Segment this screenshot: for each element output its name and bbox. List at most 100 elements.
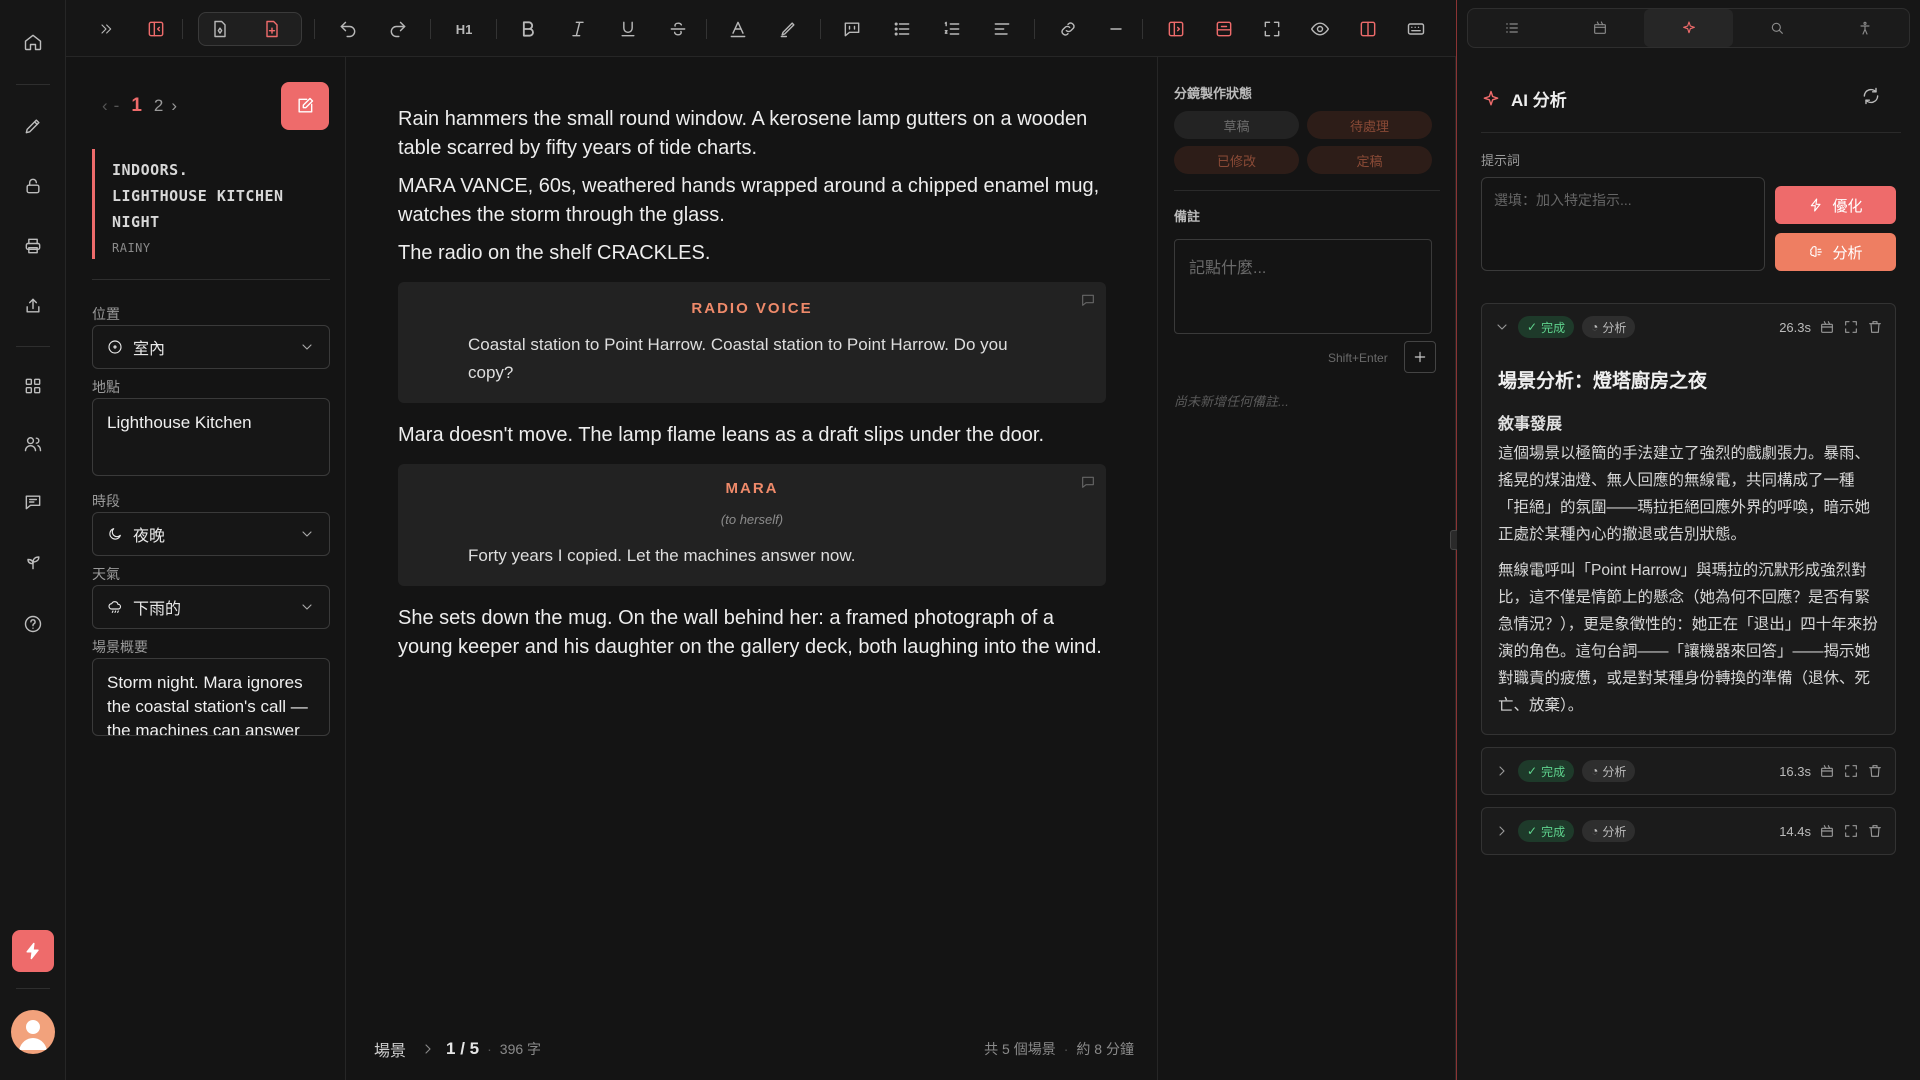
next-chevron-icon[interactable]: › — [171, 96, 177, 116]
sprout-icon[interactable] — [13, 542, 53, 582]
clapboard-icon[interactable] — [1819, 823, 1835, 839]
script-editor[interactable]: Rain hammers the small round window. A k… — [346, 57, 1158, 1080]
prev-chevron-icon[interactable]: ‹ — [102, 96, 108, 116]
bullet-list-icon[interactable] — [886, 13, 918, 45]
bolt-icon[interactable] — [12, 930, 54, 972]
script-body[interactable]: Rain hammers the small round window. A k… — [398, 105, 1106, 671]
status-chip-pending[interactable]: 待處理 — [1307, 111, 1432, 139]
horizontal-rule-icon[interactable] — [1100, 13, 1132, 45]
place-input[interactable]: Lighthouse Kitchen — [92, 398, 330, 476]
summary-input[interactable]: Storm night. Mara ignores the coastal st… — [92, 658, 330, 736]
page-next[interactable]: 2 — [154, 96, 163, 116]
card-header[interactable]: ✓ 完成 ◔ 分析 14.4s — [1482, 808, 1895, 854]
action-paragraph[interactable]: Rain hammers the small round window. A k… — [398, 105, 1106, 163]
printer-icon[interactable] — [13, 226, 53, 266]
dialogue-line[interactable]: Coastal station to Point Harrow. Coastal… — [468, 331, 1036, 387]
dialogue-block[interactable]: RADIO VOICE Coastal station to Point Har… — [398, 282, 1106, 403]
optimize-button[interactable]: 優化 — [1775, 186, 1896, 224]
action-paragraph[interactable]: Mara doesn't move. The lamp flame leans … — [398, 421, 1106, 450]
bold-icon[interactable] — [512, 13, 544, 45]
clapboard-icon[interactable] — [1819, 319, 1835, 335]
highlighter-icon[interactable] — [772, 13, 804, 45]
expand-chevrons-icon[interactable] — [90, 13, 122, 45]
strikethrough-icon[interactable] — [662, 13, 694, 45]
tab-outline-list-icon[interactable] — [1468, 9, 1556, 47]
optimize-label: 優化 — [1832, 197, 1863, 215]
trash-icon[interactable] — [1867, 823, 1883, 839]
redo-icon[interactable] — [382, 13, 414, 45]
image-frame-icon[interactable] — [1208, 13, 1240, 45]
tab-search-icon[interactable] — [1733, 9, 1821, 47]
refresh-icon[interactable] — [1861, 86, 1881, 106]
card-header[interactable]: ✓ 完成 ◔ 分析 16.3s — [1482, 748, 1895, 794]
dialogue-block[interactable]: MARA (to herself) Forty years I copied. … — [398, 464, 1106, 586]
weather-select[interactable]: 下雨的 — [92, 585, 330, 629]
edit-scene-button[interactable] — [281, 82, 329, 130]
chevron-right-icon[interactable] — [420, 1041, 436, 1057]
analysis-card[interactable]: ✓ 完成 ◔ 分析 16.3s — [1481, 747, 1896, 795]
fullscreen-icon[interactable] — [1256, 13, 1288, 45]
status-chip-draft[interactable]: 草稿 — [1174, 111, 1299, 139]
rail-divider — [16, 84, 50, 85]
chevron-right-icon[interactable] — [1494, 823, 1510, 839]
add-note-button[interactable] — [1404, 341, 1436, 373]
analysis-card[interactable]: ✓ 完成 ◔ 分析 14.4s — [1481, 807, 1896, 855]
scene-label[interactable]: 場景 — [374, 1037, 406, 1061]
panel-toggle-icon[interactable] — [1160, 13, 1192, 45]
eye-icon[interactable] — [1304, 13, 1336, 45]
align-icon[interactable] — [986, 13, 1018, 45]
link-icon[interactable] — [1052, 13, 1084, 45]
pen-nib-icon[interactable] — [13, 106, 53, 146]
text-color-icon[interactable] — [722, 13, 754, 45]
time-select[interactable]: 夜晚 — [92, 512, 330, 556]
lock-icon[interactable] — [13, 166, 53, 206]
heading-button[interactable]: H1 — [448, 13, 480, 45]
prompt-input[interactable]: 選填：加入特定指示... — [1481, 177, 1765, 271]
tab-storyboard-icon[interactable] — [1556, 9, 1644, 47]
page-sparkle-icon[interactable] — [204, 13, 236, 45]
comment-icon[interactable] — [836, 13, 868, 45]
share-upload-icon[interactable] — [13, 286, 53, 326]
avatar[interactable] — [11, 1010, 55, 1054]
action-paragraph[interactable]: She sets down the mug. On the wall behin… — [398, 604, 1106, 662]
note-input[interactable]: 記點什麼... — [1174, 239, 1432, 334]
expand-icon[interactable] — [1843, 319, 1859, 335]
italic-icon[interactable] — [562, 13, 594, 45]
expand-icon[interactable] — [1843, 763, 1859, 779]
type-text: 分析 — [1602, 320, 1627, 335]
action-paragraph[interactable]: The radio on the shelf CRACKLES. — [398, 239, 1106, 268]
comment-icon[interactable] — [1080, 292, 1096, 308]
chevron-down-icon[interactable] — [1494, 319, 1510, 335]
keyboard-icon[interactable] — [1400, 13, 1432, 45]
grid-icon[interactable] — [13, 366, 53, 406]
users-icon[interactable] — [13, 424, 53, 464]
tab-ai-sparkle-icon[interactable] — [1644, 9, 1733, 47]
status-chip-final[interactable]: 定稿 — [1307, 146, 1432, 174]
status-chip-modified[interactable]: 已修改 — [1174, 146, 1299, 174]
comment-icon[interactable] — [1080, 474, 1096, 490]
expand-icon[interactable] — [1843, 823, 1859, 839]
check-icon: ✓ — [1527, 320, 1538, 334]
location-type-select[interactable]: 室內 — [92, 325, 330, 369]
chevron-right-icon[interactable] — [1494, 763, 1510, 779]
trash-icon[interactable] — [1867, 319, 1883, 335]
card-header[interactable]: ✓ 完成 ◔ 分析 26.3s — [1482, 304, 1895, 350]
split-view-icon[interactable] — [1352, 13, 1384, 45]
analysis-card[interactable]: ✓ 完成 ◔ 分析 26.3s 場景分析：燈塔廚房之夜 敘事發展 這個場景以極簡的手… — [1481, 303, 1896, 735]
circle-dot-icon — [108, 340, 122, 354]
dialogue-line[interactable]: Forty years I copied. Let the machines a… — [468, 542, 1036, 570]
panel-left-icon[interactable] — [140, 13, 172, 45]
underline-icon[interactable] — [612, 13, 644, 45]
trash-icon[interactable] — [1867, 763, 1883, 779]
document-plus-icon[interactable] — [256, 13, 288, 45]
numbered-list-icon[interactable] — [936, 13, 968, 45]
chat-icon[interactable] — [13, 482, 53, 522]
home-icon[interactable] — [13, 22, 53, 62]
page-current[interactable]: 1 — [131, 95, 142, 117]
action-paragraph[interactable]: MARA VANCE, 60s, weathered hands wrapped… — [398, 172, 1106, 230]
tab-accessibility-icon[interactable] — [1821, 9, 1909, 47]
help-icon[interactable] — [13, 604, 53, 644]
undo-icon[interactable] — [332, 13, 364, 45]
analyze-button[interactable]: 分析 — [1775, 233, 1896, 271]
clapboard-icon[interactable] — [1819, 763, 1835, 779]
